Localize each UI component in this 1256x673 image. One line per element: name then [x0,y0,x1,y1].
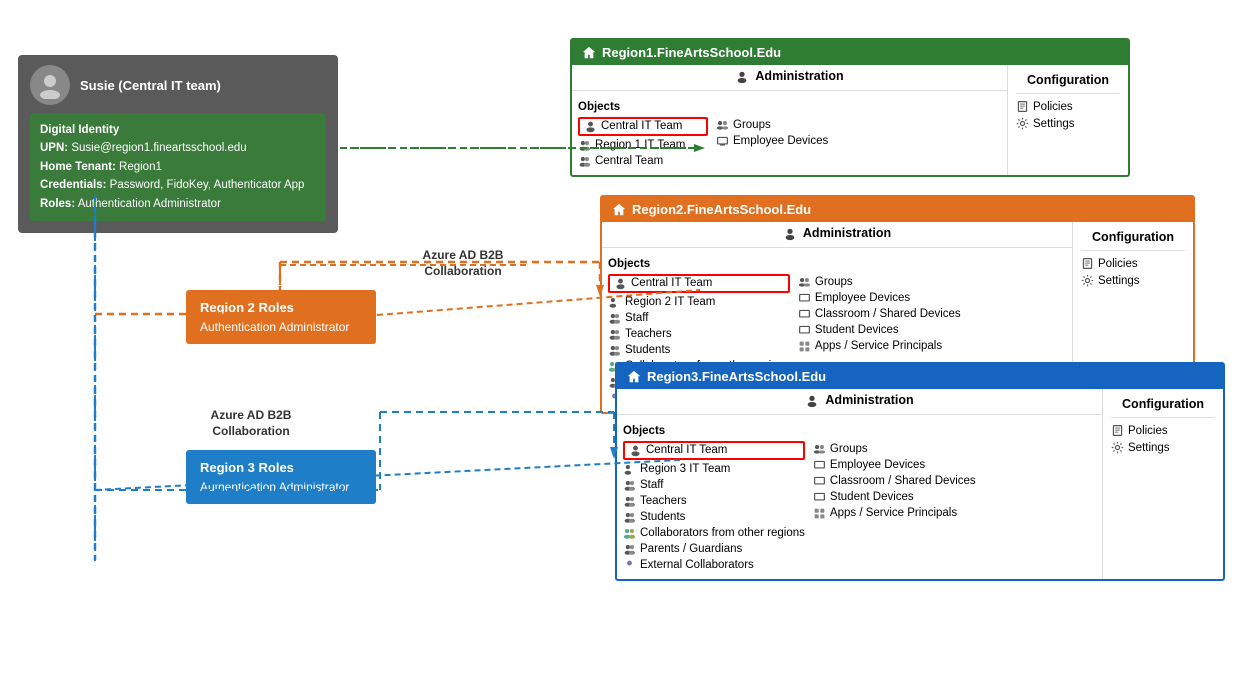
region1-header: Region1.FineArtsSchool.Edu [572,40,1128,65]
region1-admin-title: Administration [572,65,1007,91]
region2-roles-box: Region 2 Roles Authentication Administra… [186,290,376,344]
region2-header: Region2.FineArtsSchool.Edu [602,197,1193,222]
susie-card: Susie (Central IT team) Digital Identity… [18,55,338,233]
region3-collaborators: Collaborators from other regions [623,527,805,540]
b2b-collaboration-label-1: Azure AD B2B Collaboration [398,248,528,279]
susie-header: Susie (Central IT team) [30,65,326,105]
region3-settings: Settings [1111,441,1215,454]
region2-admin-title: Administration [602,222,1072,248]
region2-students: Students [608,344,790,357]
region1-employee-devices: Employee Devices [716,135,828,148]
region2-policies: Policies [1081,257,1185,270]
region3-objects-label: Objects [623,425,805,437]
region3-roles-box: Region 3 Roles Authentication Administra… [186,450,376,504]
region3-groups: Groups [813,443,976,456]
region2-objects-label: Objects [608,258,790,270]
region2-staff: Staff [608,312,790,325]
region3-staff: Staff [623,479,805,492]
region3-student-devices: Student Devices [813,491,976,504]
region1-panel: Region1.FineArtsSchool.Edu Administratio… [570,38,1130,177]
region3-parents: Parents / Guardians [623,543,805,556]
region1-settings: Settings [1016,117,1120,130]
region3-central-it-team: Central IT Team [623,441,805,460]
region1-objects-label: Objects [578,101,708,113]
susie-avatar [30,65,70,105]
b2b-collaboration-label-2: Azure AD B2B Collaboration [186,408,316,439]
region3-employee-devices: Employee Devices [813,459,976,472]
region2-apps: Apps / Service Principals [798,340,961,353]
region3-classroom-devices: Classroom / Shared Devices [813,475,976,488]
region3-policies: Policies [1111,424,1215,437]
region3-config-title: Configuration [1111,393,1215,418]
region2-classroom-devices: Classroom / Shared Devices [798,308,961,321]
region3-external: External Collaborators [623,559,805,572]
susie-name: Susie (Central IT team) [80,78,221,93]
region1-policies: Policies [1016,100,1120,113]
region3-panel: Region3.FineArtsSchool.Edu Administratio… [615,362,1225,581]
region1-central-team: Central Team [578,155,708,168]
region3-teachers: Teachers [623,495,805,508]
region2-settings: Settings [1081,274,1185,287]
susie-digital-identity: Digital Identity UPN: Susie@region1.fine… [30,113,326,221]
region1-it-team: Region 1 IT Team [578,139,708,152]
region3-header: Region3.FineArtsSchool.Edu [617,364,1223,389]
region1-central-it-team: Central IT Team [578,117,708,136]
region3-it-team: Region 3 IT Team [623,463,805,476]
region2-student-devices: Student Devices [798,324,961,337]
region2-teachers: Teachers [608,328,790,341]
region2-it-team: Region 2 IT Team [608,296,790,309]
region3-apps: Apps / Service Principals [813,507,976,520]
region2-config-title: Configuration [1081,226,1185,251]
region2-groups: Groups [798,276,961,289]
region3-admin-title: Administration [617,389,1102,415]
region2-employee-devices: Employee Devices [798,292,961,305]
region1-groups: Groups [716,119,828,132]
region1-config-title: Configuration [1016,69,1120,94]
region3-students: Students [623,511,805,524]
region2-central-it-team: Central IT Team [608,274,790,293]
